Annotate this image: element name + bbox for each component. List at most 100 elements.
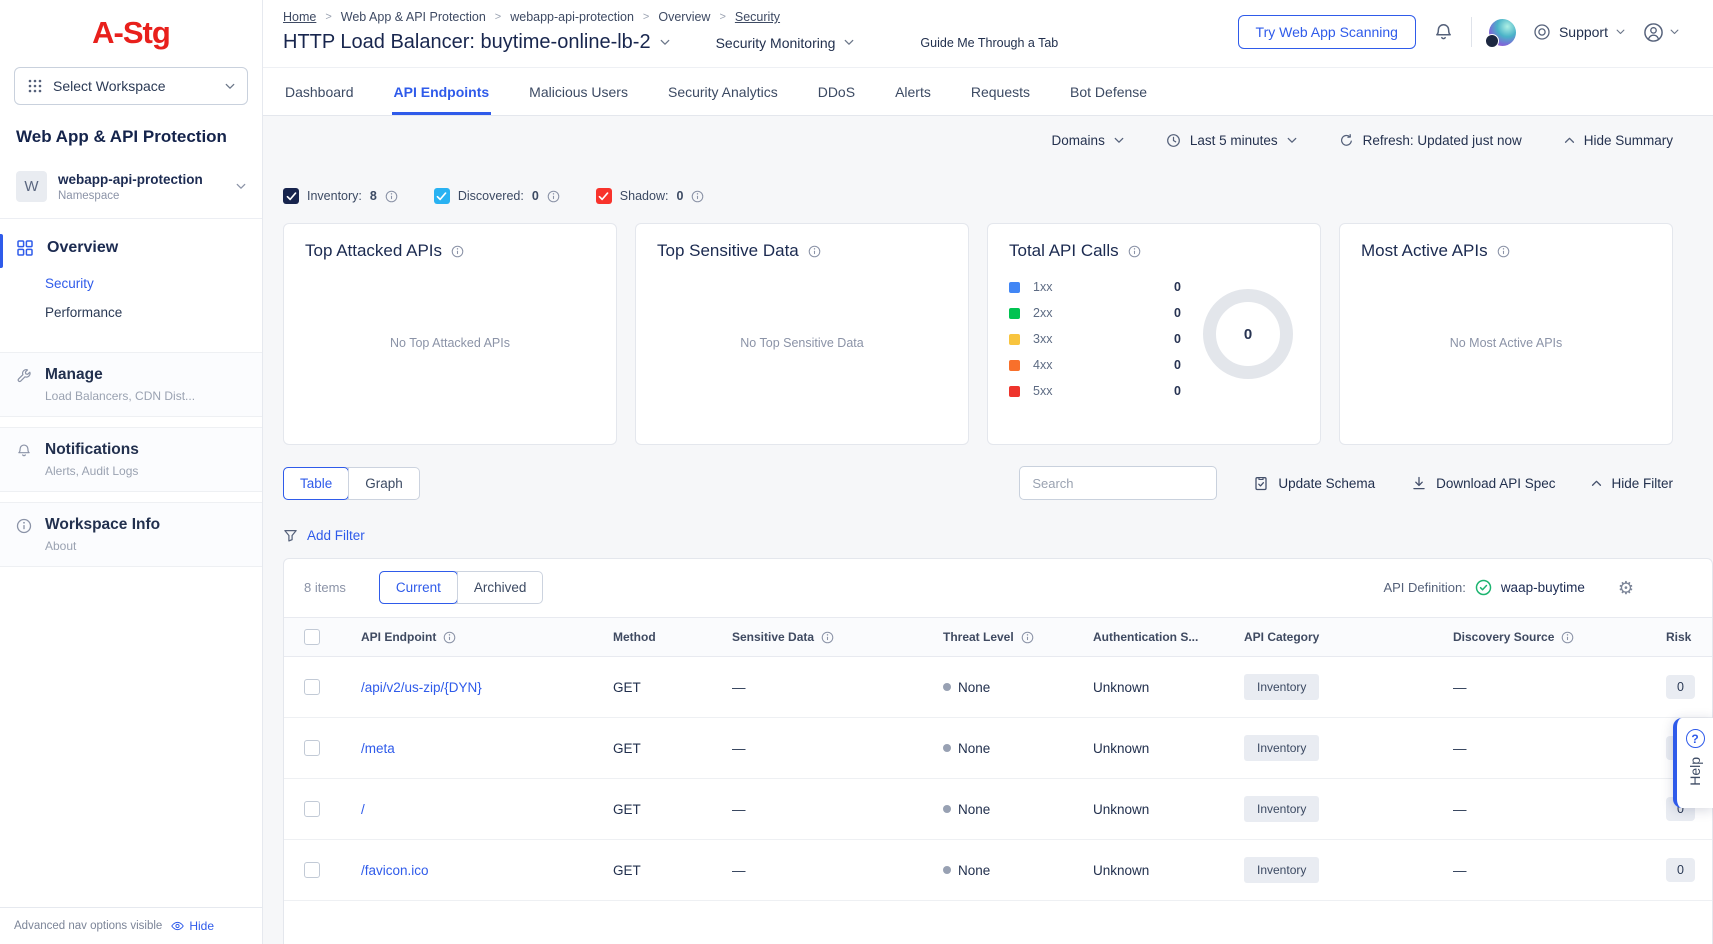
- method-cell: GET: [592, 741, 711, 756]
- sidebar-item-workspace-info[interactable]: Workspace Info About: [0, 502, 262, 567]
- discovery-source-cell: —: [1432, 741, 1645, 756]
- checkbox-checked-icon[interactable]: [434, 188, 450, 204]
- sidebar-item-label: Manage: [45, 366, 195, 384]
- table-body: /api/v2/us-zip/{DYN} GET — None Unknown …: [284, 657, 1712, 901]
- tab-api-endpoints[interactable]: API Endpoints: [392, 68, 492, 115]
- column-header-threat-level[interactable]: Threat Level: [922, 630, 1072, 644]
- tab-malicious-users[interactable]: Malicious Users: [527, 68, 630, 115]
- column-header-api-endpoint[interactable]: API Endpoint: [340, 630, 592, 644]
- checkbox-checked-icon[interactable]: [596, 188, 612, 204]
- app-logo: A-Stg: [0, 0, 262, 59]
- table-view-archived[interactable]: Archived: [457, 572, 543, 603]
- hide-filter-toggle[interactable]: Hide Filter: [1591, 476, 1673, 491]
- bell-icon[interactable]: [1433, 22, 1454, 43]
- guide-me-link[interactable]: Guide Me Through a Tab: [920, 36, 1058, 50]
- support-menu[interactable]: Support: [1533, 23, 1625, 41]
- overview-sub-items: SecurityPerformance: [0, 269, 262, 338]
- summary-filter-shadow[interactable]: Shadow:0: [596, 188, 705, 204]
- select-all-checkbox[interactable]: [304, 629, 320, 645]
- monitoring-dropdown[interactable]: Security Monitoring: [716, 35, 855, 51]
- row-checkbox[interactable]: [304, 862, 320, 878]
- account-menu[interactable]: [1642, 21, 1679, 44]
- user-icon: [1642, 21, 1665, 44]
- column-header-sensitive-data[interactable]: Sensitive Data: [711, 630, 922, 644]
- tab-bot-defense[interactable]: Bot Defense: [1068, 68, 1149, 115]
- breadcrumb-item-web-app-api-protection[interactable]: Web App & API Protection: [341, 10, 486, 24]
- domains-dropdown[interactable]: Domains: [1052, 133, 1124, 148]
- tab-security-analytics[interactable]: Security Analytics: [666, 68, 780, 115]
- endpoint-link[interactable]: /api/v2/us-zip/{DYN}: [361, 680, 482, 695]
- authentication-cell: Unknown: [1072, 863, 1223, 878]
- add-filter-button[interactable]: Add Filter: [283, 528, 1673, 543]
- time-range-dropdown[interactable]: Last 5 minutes: [1166, 133, 1297, 148]
- download-api-spec-button[interactable]: Download API Spec: [1411, 475, 1555, 491]
- sidebar-item-subtitle: About: [45, 539, 160, 553]
- row-checkbox[interactable]: [304, 679, 320, 695]
- search-input[interactable]: [1019, 466, 1217, 500]
- sidebar-item-overview[interactable]: Overview: [0, 237, 262, 269]
- summary-filter-inventory[interactable]: Inventory:8: [283, 188, 398, 204]
- checkbox-checked-icon[interactable]: [283, 188, 299, 204]
- update-schema-button[interactable]: Update Schema: [1253, 475, 1375, 491]
- view-toggle-graph[interactable]: Graph: [348, 468, 419, 499]
- threat-level-cell: None: [922, 863, 1072, 878]
- breadcrumb-item-overview[interactable]: Overview: [658, 10, 710, 24]
- column-header-method[interactable]: Method: [592, 630, 711, 644]
- workspace-selector[interactable]: Select Workspace: [14, 67, 248, 105]
- hide-advanced-nav-link[interactable]: Hide: [171, 919, 214, 933]
- filter-count: 0: [532, 189, 539, 203]
- tab-alerts[interactable]: Alerts: [893, 68, 933, 115]
- row-checkbox[interactable]: [304, 740, 320, 756]
- refresh-button[interactable]: Refresh: Updated just now: [1339, 133, 1522, 148]
- breadcrumb-item-home[interactable]: Home: [283, 10, 316, 24]
- filter-count: 8: [370, 189, 377, 203]
- column-header-risk[interactable]: Risk: [1645, 630, 1713, 644]
- info-icon: [451, 245, 464, 258]
- namespace-type-label: Namespace: [58, 190, 203, 202]
- breadcrumb-item-security[interactable]: Security: [735, 10, 780, 24]
- endpoint-link[interactable]: /favicon.ico: [361, 863, 429, 878]
- hide-summary-toggle[interactable]: Hide Summary: [1564, 133, 1673, 148]
- question-circle-icon: ?: [1686, 729, 1705, 748]
- breadcrumb-separator-icon: >: [495, 11, 501, 23]
- risk-score-chip: 0: [1666, 675, 1695, 699]
- table-toolbar: TableGraph Update Schema Download API Sp…: [283, 466, 1673, 500]
- column-header-api-category[interactable]: API Category: [1223, 630, 1432, 644]
- endpoint-link[interactable]: /: [361, 802, 365, 817]
- namespace-selector[interactable]: W webapp-api-protection Namespace: [0, 165, 262, 219]
- breadcrumb-item-webapp-api-protection[interactable]: webapp-api-protection: [510, 10, 634, 24]
- api-endpoints-table-card: 8 items CurrentArchived API Definition: …: [283, 558, 1713, 944]
- sidebar-item-manage[interactable]: Manage Load Balancers, CDN Dist...: [0, 352, 262, 417]
- sidebar-item-performance[interactable]: Performance: [0, 298, 262, 338]
- threat-level-cell: None: [922, 741, 1072, 756]
- legend-swatch: [1009, 386, 1020, 397]
- sidebar-item-security[interactable]: Security: [0, 269, 262, 298]
- summary-filter-discovered[interactable]: Discovered:0: [434, 188, 560, 204]
- sidebar-item-notifications[interactable]: Notifications Alerts, Audit Logs: [0, 427, 262, 492]
- view-toggle-table[interactable]: Table: [284, 468, 348, 499]
- method-cell: GET: [592, 863, 711, 878]
- avatar[interactable]: [1489, 19, 1516, 46]
- gear-icon[interactable]: ⚙: [1618, 579, 1634, 597]
- api-definition-label: API Definition:: [1383, 580, 1465, 595]
- row-checkbox[interactable]: [304, 801, 320, 817]
- tab-ddos[interactable]: DDoS: [816, 68, 857, 115]
- info-icon: [691, 190, 704, 203]
- legend-label: 5xx: [1033, 384, 1052, 398]
- category-chip: Inventory: [1244, 735, 1319, 761]
- legend-swatch: [1009, 282, 1020, 293]
- column-header-authentication-s[interactable]: Authentication S...: [1072, 630, 1223, 644]
- threat-level-cell: None: [922, 802, 1072, 817]
- endpoint-link[interactable]: /meta: [361, 741, 395, 756]
- tab-requests[interactable]: Requests: [969, 68, 1032, 115]
- controls-row: Domains Last 5 minutes Refresh: Updated …: [283, 133, 1673, 148]
- api-definition-link[interactable]: waap-buytime: [1501, 580, 1585, 595]
- table-view-current[interactable]: Current: [380, 572, 457, 603]
- help-tab[interactable]: ? Help: [1673, 718, 1713, 808]
- column-header-discovery-source[interactable]: Discovery Source: [1432, 630, 1645, 644]
- tab-dashboard[interactable]: Dashboard: [283, 68, 356, 115]
- page-title-dropdown[interactable]: HTTP Load Balancer: buytime-online-lb-2: [283, 31, 670, 54]
- discovery-source-cell: —: [1432, 863, 1645, 878]
- legend-swatch: [1009, 334, 1020, 345]
- try-web-app-scanning-button[interactable]: Try Web App Scanning: [1238, 15, 1416, 49]
